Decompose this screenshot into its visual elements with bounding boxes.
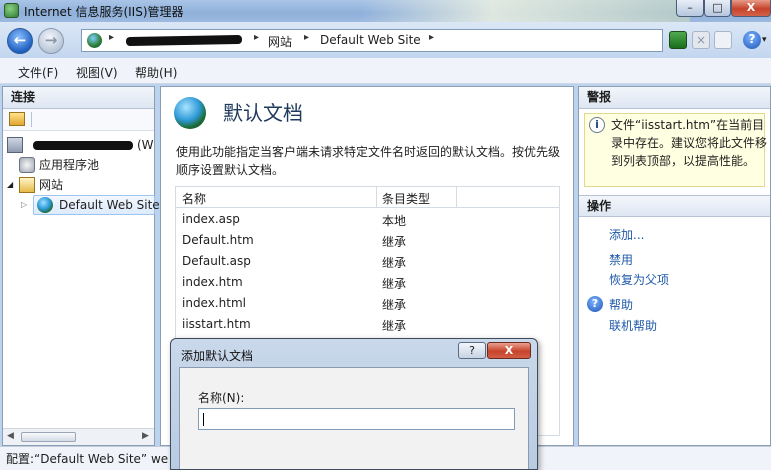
default-document-globe-icon <box>174 97 206 129</box>
table-row[interactable]: index.htm 继承 <box>176 272 559 293</box>
cell-name: Default.htm <box>182 233 254 247</box>
table-row[interactable]: Default.htm 继承 <box>176 230 559 251</box>
toolbar-divider <box>31 112 32 127</box>
dialog-close-button[interactable]: X <box>487 342 531 359</box>
connections-pane: 连接 (W 应用程序池 ◢ 网站 ▷ Default Web Site ◀ ▶ <box>2 86 160 446</box>
menu-view[interactable]: 视图(V) <box>76 64 118 81</box>
refresh-icon[interactable] <box>669 31 687 49</box>
home-icon[interactable] <box>714 31 732 49</box>
close-button[interactable]: X <box>731 0 771 17</box>
cell-name: index.asp <box>182 212 240 226</box>
online-help-link[interactable]: 联机帮助 <box>609 317 657 334</box>
title-bar: Internet 信息服务(IIS)管理器 – □ X <box>0 0 771 22</box>
cell-name: Default.asp <box>182 254 251 268</box>
wallpaper-strip <box>360 0 690 22</box>
redacted-server-name <box>33 141 133 150</box>
expand-icon[interactable]: ◢ <box>7 175 13 195</box>
table-row[interactable]: index.asp 本地 <box>176 209 559 230</box>
cell-type: 本地 <box>382 214 407 228</box>
breadcrumb-default-web-site[interactable]: Default Web Site <box>320 33 421 47</box>
column-header-type[interactable]: 条目类型 <box>382 190 430 207</box>
status-text: 配置:“Default Web Site” we <box>6 452 169 466</box>
breadcrumb-separator[interactable]: ▸ <box>254 32 259 43</box>
breadcrumb-separator[interactable]: ▸ <box>304 32 309 43</box>
add-default-document-dialog: 添加默认文档 ? X 名称(N): <box>170 338 538 470</box>
help-icon: ? <box>587 296 603 312</box>
connect-icon[interactable] <box>9 112 25 126</box>
alert-box: i 文件“iisstart.htm”在当前目录中存在。建议您将此文件移到列表顶部… <box>584 113 767 187</box>
menu-help[interactable]: 帮助(H) <box>135 64 177 81</box>
minimize-button[interactable]: – <box>676 0 704 17</box>
help-link[interactable]: 帮助 <box>609 296 633 313</box>
cell-name: index.html <box>182 296 246 310</box>
sites-folder-icon <box>19 177 35 193</box>
connections-toolbar <box>3 109 154 131</box>
dialog-help-button[interactable]: ? <box>458 342 486 359</box>
globe-icon <box>37 197 53 213</box>
connections-header: 连接 <box>3 87 154 109</box>
table-header: 名称 条目类型 <box>176 187 559 208</box>
scroll-thumb[interactable] <box>21 432 76 442</box>
table-row[interactable]: Default.asp 继承 <box>176 251 559 272</box>
page-description: 使用此功能指定当客户端未请求特定文件名时返回的默认文档。按优先级顺序设置默认文档… <box>176 145 561 177</box>
server-icon <box>7 137 23 153</box>
address-bar[interactable]: ▸ ▸ 网站 ▸ Default Web Site ▸ <box>81 29 663 52</box>
menu-bar: 文件(F) 视图(V) 帮助(H) <box>0 58 771 84</box>
app-pool-icon <box>19 157 35 173</box>
stop-icon[interactable]: × <box>692 31 710 49</box>
scroll-right-icon[interactable]: ▶ <box>142 431 149 441</box>
alert-text: 文件“iisstart.htm”在当前目录中存在。建议您将此文件移到列表顶部，以… <box>611 118 768 168</box>
address-row: ← → ▸ ▸ 网站 ▸ Default Web Site ▸ × ? ▾ <box>0 22 771 58</box>
column-divider[interactable] <box>456 187 457 208</box>
add-link[interactable]: 添加... <box>609 226 644 243</box>
breadcrumb-separator[interactable]: ▸ <box>429 32 434 43</box>
back-button[interactable]: ← <box>7 28 33 54</box>
table-row[interactable]: index.html 继承 <box>176 293 559 314</box>
tree-label: 网站 <box>39 178 64 192</box>
horizontal-scrollbar[interactable]: ◀ ▶ <box>3 428 154 445</box>
cell-type: 继承 <box>382 256 407 270</box>
cell-type: 继承 <box>382 298 407 312</box>
revert-to-parent-link[interactable]: 恢复为父项 <box>609 271 669 288</box>
tree-label: 应用程序池 <box>39 158 100 172</box>
baidu-watermark-url: jingyan.baidu.com <box>650 432 743 443</box>
column-divider[interactable] <box>376 187 377 208</box>
cell-name: index.htm <box>182 275 243 289</box>
breadcrumb-sites[interactable]: 网站 <box>268 33 292 50</box>
name-input[interactable] <box>198 408 515 430</box>
server-suffix: (W <box>137 138 154 152</box>
info-icon: i <box>589 117 605 133</box>
page-title: 默认文档 <box>223 101 303 125</box>
help-icon[interactable]: ? <box>743 31 761 49</box>
breadcrumb-separator[interactable]: ▸ <box>109 32 114 43</box>
cell-name: iisstart.htm <box>182 317 251 331</box>
dialog-body: 名称(N): <box>179 367 529 469</box>
scroll-left-icon[interactable]: ◀ <box>7 431 14 441</box>
menu-file[interactable]: 文件(F) <box>18 64 58 81</box>
cell-type: 继承 <box>382 277 407 291</box>
alerts-header: 警报 <box>579 87 770 109</box>
disable-link[interactable]: 禁用 <box>609 251 633 268</box>
tree-server-node[interactable]: (W <box>3 135 154 155</box>
text-caret <box>203 413 204 426</box>
table-row[interactable]: iisstart.htm 继承 <box>176 314 559 335</box>
operations-header: 操作 <box>579 195 770 217</box>
actions-pane: 警报 i 文件“iisstart.htm”在当前目录中存在。建议您将此文件移到列… <box>578 86 771 446</box>
cell-type: 继承 <box>382 235 407 249</box>
maximize-button[interactable]: □ <box>704 0 731 17</box>
expand-icon[interactable]: ▷ <box>21 195 27 215</box>
cell-type: 继承 <box>382 319 407 333</box>
iis-app-icon <box>4 3 19 18</box>
help-dropdown-icon[interactable]: ▾ <box>762 31 771 49</box>
redacted-server-name <box>125 34 243 47</box>
dialog-title: 添加默认文档 <box>181 349 254 363</box>
name-label: 名称(N): <box>198 391 245 405</box>
globe-icon <box>87 33 102 48</box>
column-header-name[interactable]: 名称 <box>182 190 206 207</box>
tree-label: Default Web Site <box>59 198 160 212</box>
window-title: Internet 信息服务(IIS)管理器 <box>24 5 184 19</box>
forward-button[interactable]: → <box>38 28 64 54</box>
